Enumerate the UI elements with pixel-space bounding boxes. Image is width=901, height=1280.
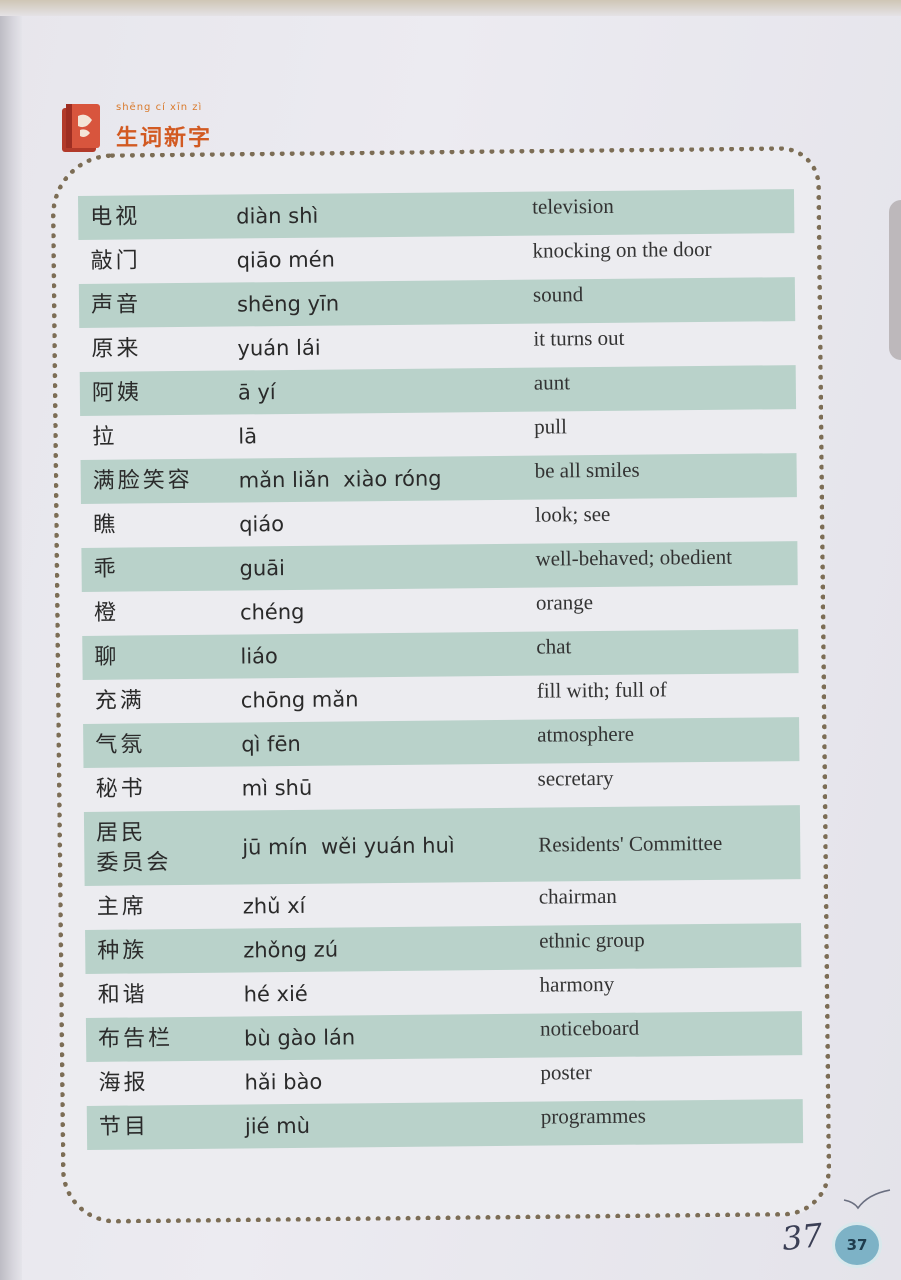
vocab-english: orange xyxy=(535,589,594,615)
vocab-row: 声音 shēng yīn sound xyxy=(78,277,796,328)
vocab-pinyin: bù gào lán xyxy=(243,1025,356,1051)
vocab-pinyin: hé xié xyxy=(243,981,308,1007)
vocab-english: pull xyxy=(534,413,568,439)
vocab-pinyin: diàn shì xyxy=(236,203,319,229)
vocab-hanzi: 聊 xyxy=(94,644,120,670)
vocab-english: ethnic group xyxy=(539,927,645,953)
vocab-pinyin: mì shū xyxy=(241,775,313,801)
vocab-pinyin: ā yí xyxy=(237,380,276,405)
vocab-row: 布告栏 bù gào lán noticeboard xyxy=(85,1011,803,1062)
vocab-pinyin: liáo xyxy=(240,644,278,669)
vocab-hanzi: 居民 委员会 xyxy=(95,820,172,876)
vocab-row: 和谐 hé xié harmony xyxy=(85,967,801,1018)
thumb-shadow xyxy=(889,200,901,360)
vocab-english: sound xyxy=(532,281,584,307)
vocab-pinyin: yuán lái xyxy=(237,335,321,361)
vocab-hanzi: 秘书 xyxy=(95,776,146,802)
header-pinyin: shēng cí xīn zì xyxy=(116,102,203,113)
vocab-english: be all smiles xyxy=(534,457,640,483)
vocab-hanzi: 橙 xyxy=(93,600,120,626)
vocab-row: 居民 委员会 jū mín wěi yuán huì Residents' Comm… xyxy=(83,805,801,886)
vocab-row: 阿姨 ā yí aunt xyxy=(79,365,797,416)
vocab-row: 满脸笑容 mǎn liǎn xiào róng be all smiles xyxy=(80,453,797,504)
vocab-pinyin: hǎi bào xyxy=(244,1069,323,1095)
vocab-pinyin: zhǒng zú xyxy=(243,937,339,963)
vocab-pinyin: lā xyxy=(238,424,258,449)
vocab-row: 橙 chéng orange xyxy=(82,585,798,636)
vocab-english: poster xyxy=(540,1059,592,1085)
vocab-hanzi: 种族 xyxy=(97,938,148,964)
vocab-pinyin: jié mù xyxy=(244,1113,311,1139)
vocab-pinyin: qiáo xyxy=(239,512,285,537)
vocab-hanzi: 原来 xyxy=(91,336,142,362)
vocab-table: 电视 diàn shì television 敲门 qiāo mén knocking o… xyxy=(78,189,804,1150)
vocab-english: knocking on the door xyxy=(532,236,712,263)
vocab-english: harmony xyxy=(539,971,615,997)
vocab-hanzi: 主席 xyxy=(96,894,147,920)
vocab-row: 原来 yuán lái it turns out xyxy=(79,321,795,372)
handwritten-page-number: 37 xyxy=(780,1215,825,1259)
vocab-pinyin: guāi xyxy=(239,556,286,581)
vocab-hanzi: 电视 xyxy=(90,204,141,230)
vocab-pinyin: shēng yīn xyxy=(236,291,340,317)
vocab-hanzi: 声音 xyxy=(90,292,142,318)
vocab-english: well-behaved; obedient xyxy=(535,544,733,571)
vocab-english: it turns out xyxy=(533,325,625,351)
vocab-english: fill with; full of xyxy=(536,676,667,703)
vocab-pinyin: mǎn liǎn xiào róng xyxy=(238,466,442,493)
vocab-pinyin: qiāo mén xyxy=(236,247,335,273)
vocab-row: 拉 lā pull xyxy=(80,409,796,460)
vocab-row: 充满 chōng mǎn fill with; full of xyxy=(83,673,799,724)
page-top-edge xyxy=(0,0,901,16)
vocab-pinyin: chéng xyxy=(239,599,305,625)
handwritten-tick-mark xyxy=(843,1189,891,1210)
vocab-pinyin: chōng mǎn xyxy=(240,687,359,713)
vocab-hanzi: 阿姨 xyxy=(91,380,143,406)
book-icon xyxy=(62,104,100,152)
vocab-english: look; see xyxy=(534,501,611,527)
vocab-pinyin: jū mín wěi yuán huì xyxy=(242,833,455,860)
vocab-row: 秘书 mì shū secretary xyxy=(83,761,799,812)
vocab-hanzi: 瞧 xyxy=(93,512,119,538)
vocab-hanzi: 布告栏 xyxy=(97,1026,174,1052)
book-gutter xyxy=(0,0,22,1280)
vocab-pinyin: qì fēn xyxy=(241,731,301,757)
vocab-row: 聊 liáo chat xyxy=(82,629,799,680)
vocab-hanzi: 节目 xyxy=(98,1114,150,1140)
vocab-english: Residents' Committee xyxy=(538,830,723,857)
vocab-hanzi: 拉 xyxy=(92,424,118,450)
vocab-english: aunt xyxy=(533,369,571,395)
vocab-hanzi: 敲门 xyxy=(90,248,141,274)
vocab-english: chat xyxy=(536,633,572,659)
vocab-english: atmosphere xyxy=(537,721,635,747)
vocab-hanzi: 满脸笑容 xyxy=(92,467,193,494)
vocab-english: noticeboard xyxy=(539,1015,640,1041)
vocab-row: 节目 jié mù programmes xyxy=(86,1099,804,1150)
vocab-row: 电视 diàn shì television xyxy=(78,189,795,240)
vocab-row: 乖 guāi well-behaved; obedient xyxy=(81,541,798,592)
vocab-hanzi: 和谐 xyxy=(97,982,148,1008)
vocab-english: secretary xyxy=(537,765,614,791)
vocab-row: 瞧 qiáo look; see xyxy=(81,497,797,548)
vocab-hanzi: 气氛 xyxy=(95,732,146,758)
vocab-row: 主席 zhǔ xí chairman xyxy=(85,879,801,930)
vocab-row: 敲门 qiāo mén knocking on the door xyxy=(78,233,794,284)
vocab-english: television xyxy=(532,193,614,219)
book-page: shēng cí xīn zì 生词新字 电视 diàn shì televisio… xyxy=(0,0,901,1280)
vocab-pinyin: zhǔ xí xyxy=(242,893,306,919)
vocab-hanzi: 充满 xyxy=(94,688,145,714)
page-number-badge: 37 xyxy=(832,1222,882,1268)
vocab-hanzi: 乖 xyxy=(93,556,119,582)
vocab-hanzi: 海报 xyxy=(98,1070,149,1096)
vocab-row: 海报 hǎi bào poster xyxy=(86,1055,802,1106)
vocab-english: chairman xyxy=(538,883,617,909)
vocab-english: programmes xyxy=(540,1103,646,1129)
page-title: 生词新字 xyxy=(116,126,213,151)
vocab-row: 气氛 qì fēn atmosphere xyxy=(83,717,800,768)
vocab-row: 种族 zhǒng zú ethnic group xyxy=(85,923,802,974)
